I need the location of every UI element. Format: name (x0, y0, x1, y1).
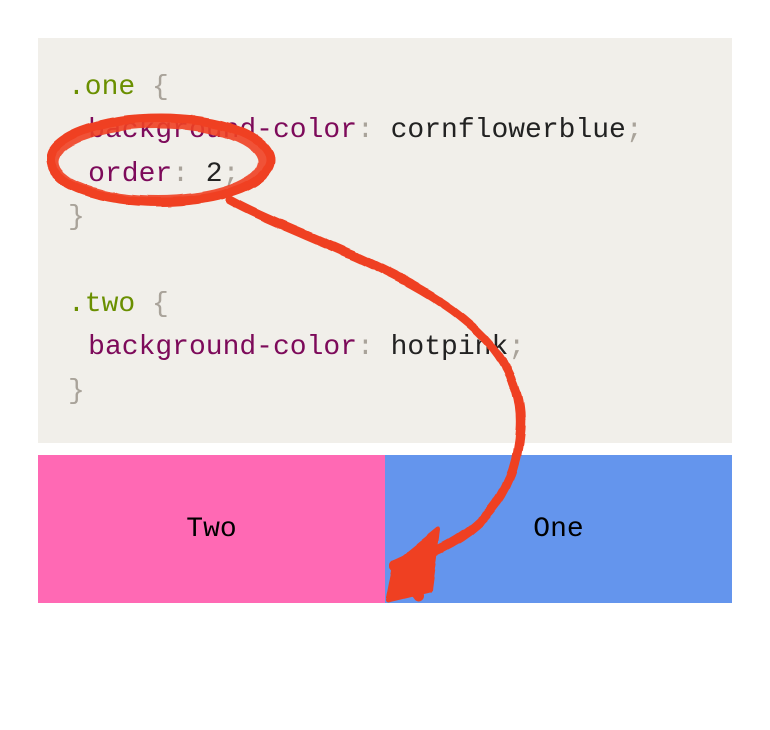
space (374, 115, 391, 146)
box-label: One (533, 514, 583, 545)
colon: : (357, 332, 374, 363)
code-line: order: 2; (68, 153, 702, 196)
space (135, 72, 152, 103)
code-line: } (68, 370, 702, 413)
css-value: 2 (206, 159, 223, 190)
space (374, 332, 391, 363)
blank-line (68, 240, 702, 283)
demo-box-two: Two (38, 455, 385, 603)
brace-open: { (152, 72, 169, 103)
code-line: background-color: cornflowerblue; (68, 109, 702, 152)
flex-demo: Two One (38, 455, 732, 603)
colon: : (357, 115, 374, 146)
code-line: .two { (68, 283, 702, 326)
semicolon: ; (508, 332, 525, 363)
css-selector: .one (68, 72, 135, 103)
space (189, 159, 206, 190)
css-value: cornflowerblue (391, 115, 626, 146)
brace-open: { (152, 289, 169, 320)
semicolon: ; (223, 159, 240, 190)
code-line: .one { (68, 66, 702, 109)
brace-close: } (68, 202, 85, 233)
css-property: order (88, 159, 172, 190)
code-line: background-color: hotpink; (68, 326, 702, 369)
code-block: .one { background-color: cornflowerblue;… (38, 38, 732, 443)
brace-close: } (68, 376, 85, 407)
box-label: Two (186, 514, 236, 545)
css-property: background-color (88, 115, 357, 146)
colon: : (172, 159, 189, 190)
css-property: background-color (88, 332, 357, 363)
semicolon: ; (626, 115, 643, 146)
css-selector: .two (68, 289, 135, 320)
space (135, 289, 152, 320)
css-value: hotpink (391, 332, 509, 363)
code-line: } (68, 196, 702, 239)
figure-wrap: .one { background-color: cornflowerblue;… (0, 0, 770, 641)
demo-box-one: One (385, 455, 732, 603)
